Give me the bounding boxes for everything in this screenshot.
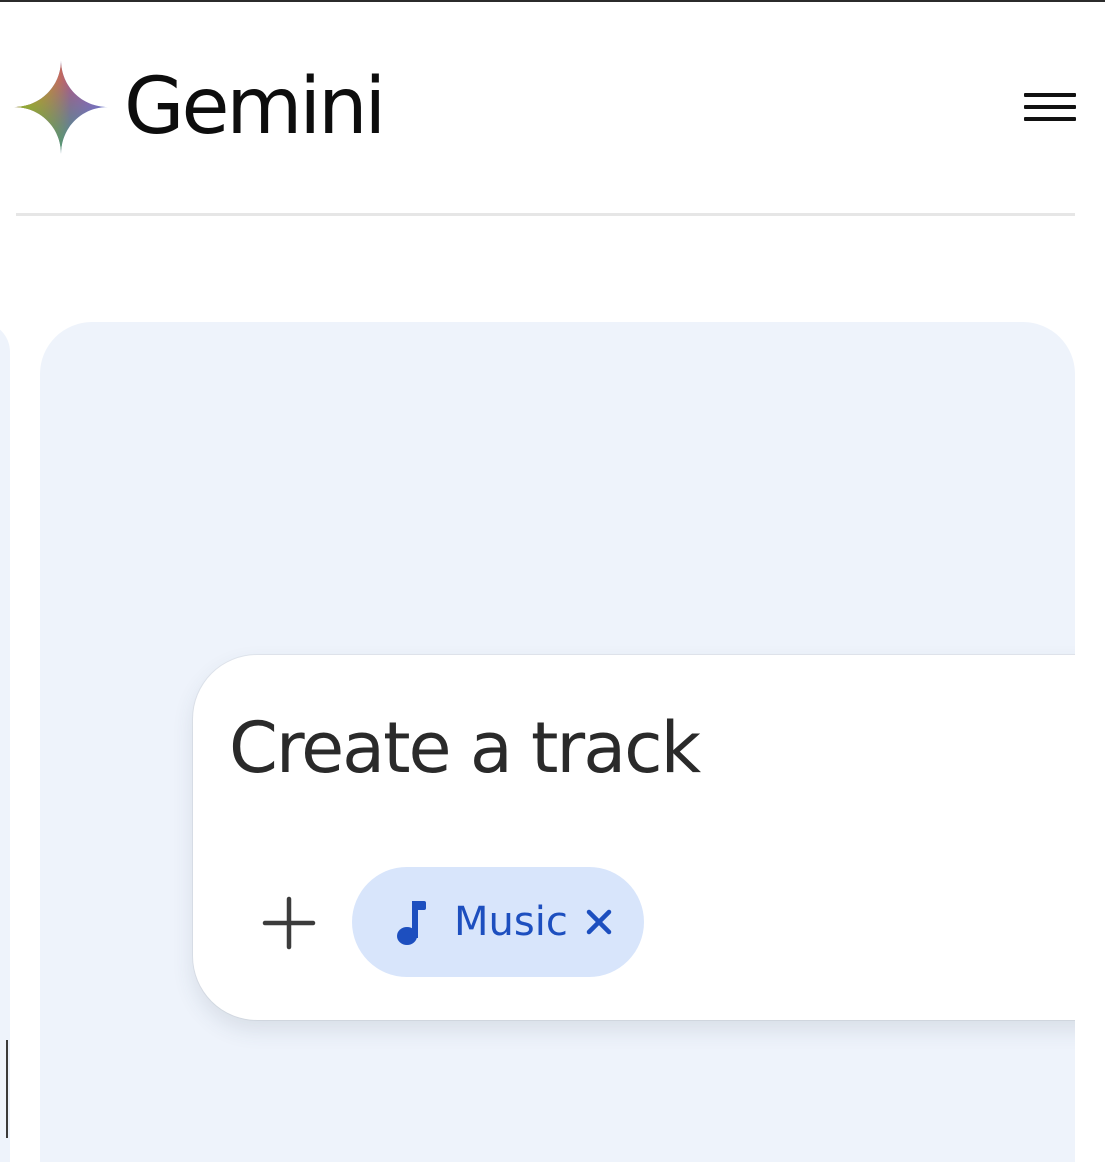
gemini-sparkle-icon: [14, 60, 108, 154]
music-chip[interactable]: Music: [352, 867, 644, 977]
prompt-stage-card: Create a track Music: [40, 322, 1075, 1162]
plus-icon: [262, 896, 316, 950]
prompt-text[interactable]: Create a track: [229, 707, 701, 789]
previous-card-line: [6, 1040, 8, 1138]
hamburger-menu-icon: [1024, 93, 1076, 97]
app-name: Gemini: [124, 62, 386, 152]
chip-remove-button[interactable]: [584, 907, 614, 937]
hamburger-menu-icon-bar: [1024, 117, 1076, 121]
chip-label: Music: [454, 899, 568, 945]
menu-button[interactable]: [1020, 84, 1080, 130]
header-divider: [16, 213, 1075, 216]
gemini-logo[interactable]: Gemini: [14, 60, 386, 154]
music-note-icon: [397, 901, 426, 945]
add-button[interactable]: [259, 893, 319, 953]
prompt-input-box[interactable]: Create a track Music: [193, 655, 1075, 1020]
hamburger-menu-icon-bar: [1024, 105, 1076, 109]
close-icon: [586, 909, 612, 935]
window-top-border: [0, 0, 1105, 2]
previous-card-edge: [0, 322, 10, 1162]
